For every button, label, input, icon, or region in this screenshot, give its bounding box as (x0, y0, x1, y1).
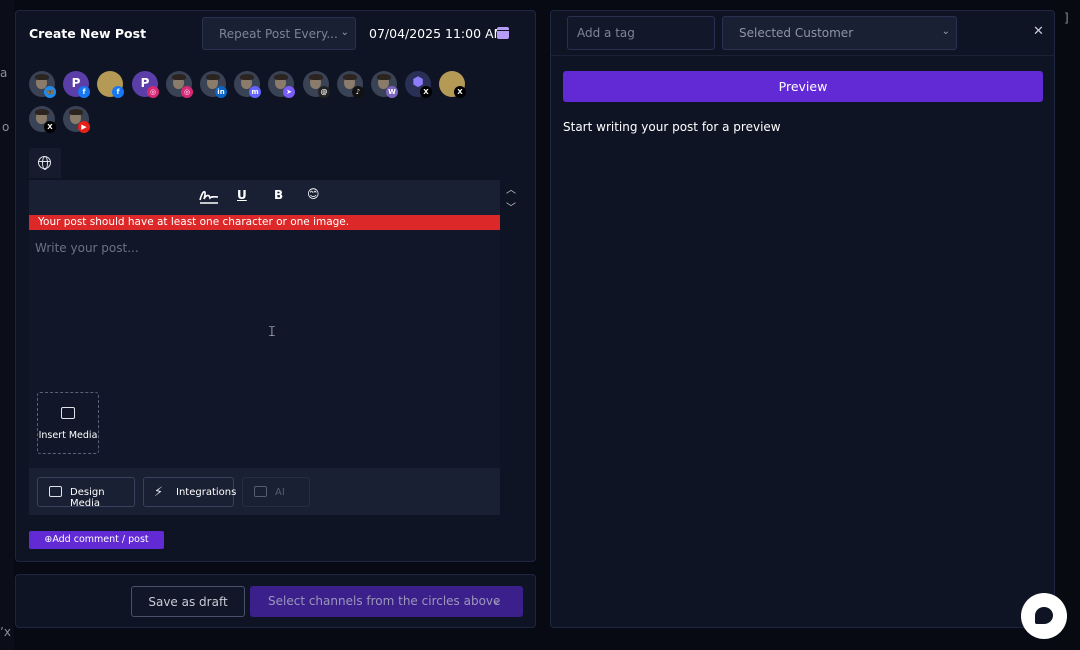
chevron-down-icon: ⌄ (491, 594, 501, 607)
channel-avatar-bluesky[interactable]: 🦋 (29, 71, 56, 98)
channel-avatar-telegram[interactable]: ➤ (268, 71, 295, 98)
design-media-label: Design Media (70, 487, 105, 509)
backdrop-left: a o ʼx (0, 0, 14, 650)
preview-button[interactable]: Preview (563, 71, 1043, 102)
warpcast-icon: W (386, 86, 398, 98)
backdrop-glyph: ʼx (0, 625, 11, 639)
avatar-hair (274, 74, 288, 80)
preview-panel: Add a tag Selected Customer ⌄ ✕ Preview … (550, 10, 1055, 628)
tag-input[interactable]: Add a tag (567, 16, 715, 50)
customer-select[interactable]: Selected Customer ⌄ (722, 16, 957, 50)
channel-avatar-instagram[interactable]: ◎ (166, 71, 193, 98)
facebook-icon: f (112, 86, 124, 98)
channel-avatar-warpcast[interactable]: W (371, 71, 398, 98)
post-placeholder: Write your post... (35, 241, 139, 255)
channel-avatar-x[interactable]: X (29, 106, 56, 133)
chat-bubble-inner (1035, 607, 1053, 624)
repeat-post-select[interactable]: Repeat Post Every... ⌄ (202, 17, 356, 50)
channel-avatar-mastodon[interactable]: m (234, 71, 261, 98)
page-title: Create New Post (29, 26, 147, 41)
backdrop-right: ] (1058, 0, 1080, 650)
emoji-button[interactable]: 😊 (307, 187, 320, 201)
avatar-hair (172, 74, 186, 80)
threads-icon: @ (318, 86, 330, 98)
avatar-hair (35, 109, 49, 115)
avatar-hair (343, 74, 357, 80)
instagram-icon: ◎ (181, 86, 193, 98)
channel-avatar-tiktok[interactable]: ♪ (337, 71, 364, 98)
footer-panel: Save as draft Select channels from the c… (15, 574, 536, 628)
post-text-area[interactable]: Write your post... 𝙸 Insert Media (29, 230, 500, 468)
plug-icon: ⚡ (154, 485, 164, 500)
select-channels-button[interactable]: Select channels from the circles above ⌄ (250, 586, 523, 617)
signature-icon[interactable] (198, 187, 220, 205)
ai-image-icon (254, 486, 267, 497)
instagram-icon: ◎ (147, 86, 159, 98)
chevron-down-icon[interactable]: ﹀ (506, 199, 516, 214)
x-icon: X (420, 86, 432, 98)
save-draft-button[interactable]: Save as draft (131, 586, 245, 617)
avatar-hair (206, 74, 220, 80)
globe-icon (38, 156, 51, 170)
close-icon[interactable]: ✕ (1033, 24, 1044, 39)
channel-avatar-facebook[interactable]: Pf (63, 71, 90, 98)
preview-placeholder: Start writing your post for a preview (563, 120, 781, 134)
insert-media-button[interactable]: Insert Media (37, 392, 99, 454)
media-bar: Design Media ⚡ Integrations AI (29, 468, 500, 515)
avatar-hair (69, 109, 83, 115)
channel-avatar-x[interactable]: X (439, 71, 466, 98)
add-comment-button[interactable]: ⊕Add comment / post (29, 531, 164, 549)
channel-avatar-threads[interactable]: @ (303, 71, 330, 98)
editor-panel: Create New Post Repeat Post Every... ⌄ 0… (15, 10, 536, 562)
backdrop-glyph: a (0, 66, 8, 80)
editor-toolbar: U B 😊 (29, 180, 500, 215)
image-icon (49, 486, 62, 497)
chat-icon[interactable] (1021, 593, 1067, 639)
ai-button[interactable]: AI (242, 477, 310, 507)
bluesky-icon: 🦋 (44, 86, 56, 98)
x-icon: X (454, 86, 466, 98)
youtube-icon: ▶ (78, 121, 90, 133)
mastodon-icon: m (249, 86, 261, 98)
telegram-icon: ➤ (283, 86, 295, 98)
channel-avatar-youtube[interactable]: ▶ (63, 106, 90, 133)
avatar-hair (309, 74, 323, 80)
channel-avatar-facebook[interactable]: f (97, 71, 124, 98)
backdrop-glyph: o (2, 120, 10, 134)
avatar-hair (377, 74, 391, 80)
avatar-hair (35, 74, 49, 80)
chevron-up-icon[interactable]: ︿ (506, 181, 516, 196)
image-icon (61, 407, 75, 419)
x-icon: X (44, 121, 56, 133)
global-edit-tab[interactable] (29, 148, 61, 178)
channel-avatar-x[interactable]: ⬢ X (405, 71, 432, 98)
avatar-hair (240, 74, 254, 80)
integrations-label: Integrations (176, 487, 237, 498)
chevron-down-icon: ⌄ (941, 26, 950, 37)
divider (551, 55, 1054, 56)
linkedin-icon: in (215, 86, 227, 98)
chevron-down-icon: ⌄ (340, 27, 349, 38)
customer-select-value: Selected Customer (739, 26, 854, 40)
channel-avatar-linkedin[interactable]: in (200, 71, 227, 98)
tiktok-icon: ♪ (352, 86, 364, 98)
channel-avatar-instagram[interactable]: P ◎ (132, 71, 159, 98)
underline-button[interactable]: U (237, 188, 247, 202)
select-channels-label: Select channels from the circles above (268, 594, 501, 608)
design-media-button[interactable]: Design Media (37, 477, 135, 509)
integrations-button[interactable]: ⚡ Integrations (143, 477, 237, 507)
insert-media-label: Insert Media (38, 430, 98, 441)
error-message: Your post should have at least one chara… (29, 215, 500, 230)
calendar-icon[interactable] (497, 27, 509, 39)
repeat-post-placeholder: Repeat Post Every... (219, 27, 338, 41)
text-cursor-icon: 𝙸 (267, 324, 277, 340)
ai-label: AI (275, 487, 285, 498)
facebook-icon: f (78, 86, 90, 98)
bold-button[interactable]: B (274, 188, 283, 202)
backdrop-glyph: ] (1064, 11, 1069, 25)
schedule-datetime[interactable]: 07/04/2025 11:00 AM (369, 26, 504, 41)
